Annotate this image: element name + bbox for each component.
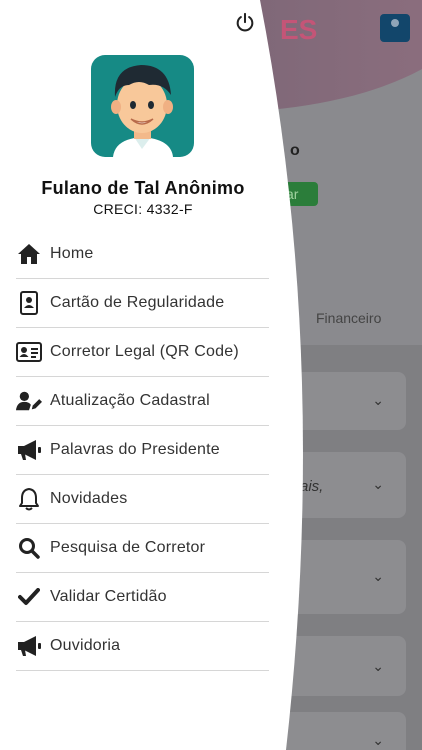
- id-card-icon: [16, 339, 42, 365]
- menu-item-home[interactable]: Home: [16, 230, 269, 279]
- user-name: Fulano de Tal Anônimo: [41, 178, 245, 198]
- chevron-down-icon: ⌄: [372, 732, 384, 748]
- chevron-down-icon: ⌄: [372, 392, 384, 408]
- menu-item-label: Pesquisa de Corretor: [50, 539, 206, 556]
- menu-item-cartao-regularidade[interactable]: Cartão de Regularidade: [16, 279, 269, 328]
- menu-item-label: Novidades: [50, 490, 128, 507]
- menu-item-label: Cartão de Regularidade: [50, 294, 225, 311]
- checkmark-icon: [16, 584, 42, 610]
- chevron-down-icon: ⌄: [372, 568, 384, 584]
- menu-item-label: Ouvidoria: [50, 637, 121, 654]
- menu-item-novidades[interactable]: Novidades: [16, 475, 269, 524]
- power-icon[interactable]: [234, 12, 256, 34]
- bell-icon: [16, 486, 42, 512]
- user-edit-icon: [16, 388, 42, 414]
- menu-item-label: Atualização Cadastral: [50, 392, 210, 409]
- background-title: o: [290, 142, 300, 159]
- id-badge-icon: [16, 290, 42, 316]
- menu-item-label: Validar Certidão: [50, 588, 167, 605]
- menu-item-corretor-legal[interactable]: Corretor Legal (QR Code): [16, 328, 269, 377]
- home-icon: [16, 241, 42, 267]
- menu-item-label: Home: [50, 245, 94, 262]
- id-badge-button[interactable]: [380, 14, 410, 42]
- megaphone-icon: [16, 437, 42, 463]
- card-text: ais,: [300, 478, 324, 495]
- chevron-down-icon: ⌄: [372, 476, 384, 492]
- tab-financeiro[interactable]: Financeiro: [316, 310, 381, 326]
- megaphone-icon: [16, 633, 42, 659]
- user-creci: CRECI: 4332-F: [93, 201, 193, 217]
- drawer-menu: Home Cartão de Regularidade Corretor Leg…: [0, 230, 286, 671]
- app-logo: ES: [280, 14, 318, 45]
- menu-item-atualizacao-cadastral[interactable]: Atualização Cadastral: [16, 377, 269, 426]
- search-icon: [16, 535, 42, 561]
- menu-item-ouvidoria[interactable]: Ouvidoria: [16, 622, 269, 671]
- menu-item-validar-certidao[interactable]: Validar Certidão: [16, 573, 269, 622]
- navigation-drawer: Fulano de Tal Anônimo CRECI: 4332-F Home…: [0, 0, 322, 750]
- menu-item-label: Corretor Legal (QR Code): [50, 343, 239, 360]
- menu-item-label: Palavras do Presidente: [50, 441, 220, 458]
- chevron-down-icon: ⌄: [372, 658, 384, 674]
- accordion-card[interactable]: ⌄: [280, 636, 406, 696]
- menu-item-palavras-presidente[interactable]: Palavras do Presidente: [16, 426, 269, 475]
- menu-item-pesquisa-corretor[interactable]: Pesquisa de Corretor: [16, 524, 269, 573]
- accordion-card[interactable]: ⌄: [280, 712, 406, 750]
- avatar: [91, 55, 194, 157]
